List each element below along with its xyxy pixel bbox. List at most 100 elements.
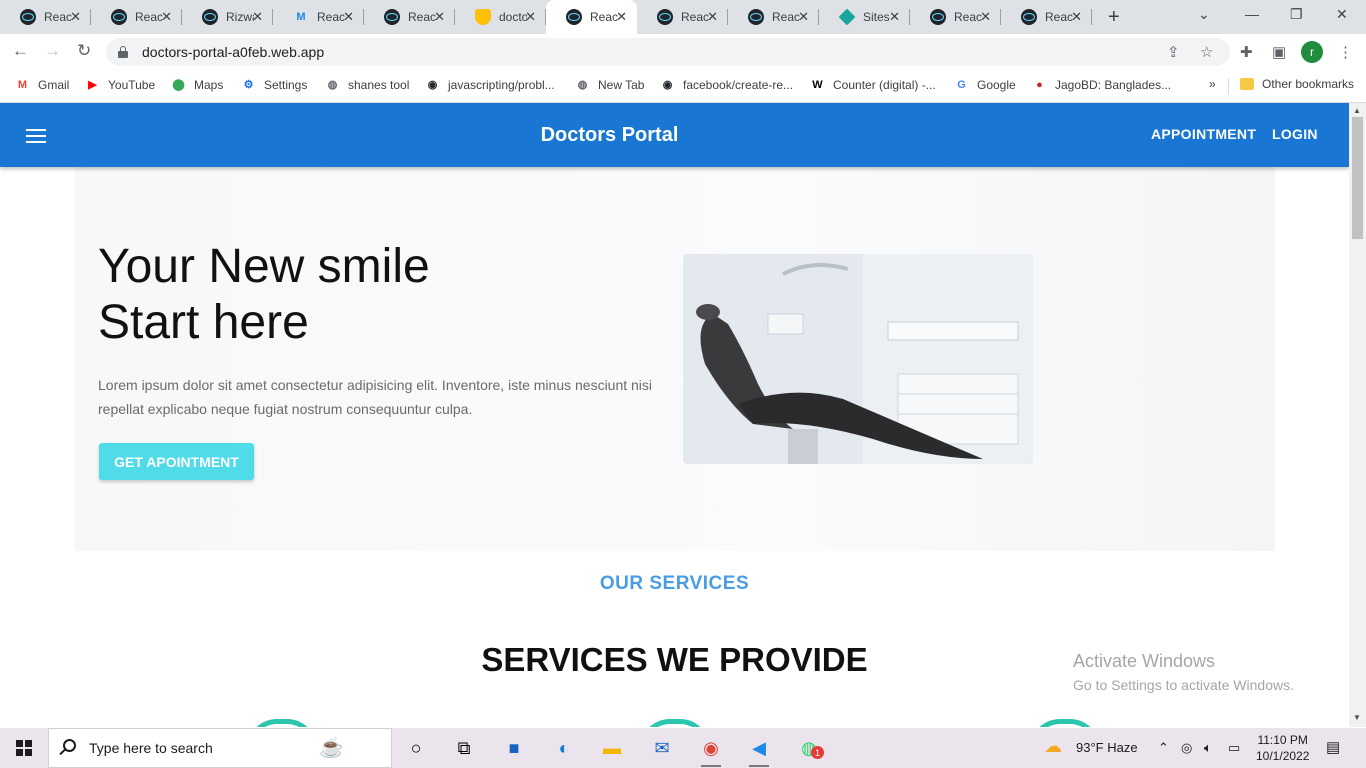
other-bookmarks[interactable]: Other bookmarks bbox=[1240, 77, 1354, 91]
file-explorer-icon[interactable]: ▬ bbox=[598, 734, 626, 762]
bookmark-label[interactable]: JagoBD: Banglades... bbox=[1055, 78, 1171, 92]
tab-close-icon[interactable]: ✕ bbox=[161, 10, 172, 24]
lock-icon[interactable] bbox=[118, 46, 128, 58]
taskbar-search-placeholder[interactable]: Type here to search bbox=[89, 740, 213, 756]
bookmark-item[interactable]: ◍ New Tab bbox=[575, 77, 645, 92]
webcam-icon[interactable]: ◎ bbox=[1181, 740, 1192, 756]
bookmark-item[interactable]: ⬤ Maps bbox=[171, 77, 223, 92]
weather-icon[interactable]: ☁ bbox=[1044, 736, 1062, 757]
back-icon[interactable]: ← bbox=[12, 41, 29, 61]
bookmark-item[interactable]: ◍ shanes tool bbox=[325, 77, 410, 92]
tab-close-icon[interactable]: ✕ bbox=[343, 10, 354, 24]
tab-title[interactable]: Rizwan bbox=[226, 10, 254, 24]
tab-title[interactable]: doctors bbox=[499, 10, 527, 24]
tab-close-icon[interactable]: ✕ bbox=[616, 10, 627, 24]
tab-close-icon[interactable]: ✕ bbox=[434, 10, 445, 24]
forward-icon[interactable]: → bbox=[44, 41, 61, 61]
browser-tab[interactable]: doctors✕ bbox=[455, 0, 546, 34]
minimize-icon[interactable]: — bbox=[1245, 6, 1259, 22]
edge-icon[interactable]: ◐ bbox=[550, 734, 578, 762]
bookmark-item[interactable]: W Counter (digital) -... bbox=[810, 77, 936, 92]
tab-title[interactable]: React bbox=[590, 10, 618, 24]
tab-close-icon[interactable]: ✕ bbox=[1071, 10, 1082, 24]
bookmark-label[interactable]: Maps bbox=[194, 78, 223, 92]
bookmark-label[interactable]: shanes tool bbox=[348, 78, 409, 92]
menu-kebab-icon[interactable]: ⋮ bbox=[1338, 43, 1353, 61]
nav-appointment[interactable]: APPOINTMENT bbox=[1151, 126, 1256, 142]
volume-icon[interactable]: 🔈︎ bbox=[1204, 740, 1212, 756]
bookmark-label[interactable]: Settings bbox=[264, 78, 307, 92]
network-icon[interactable]: ▭ bbox=[1228, 740, 1240, 756]
side-panel-icon[interactable]: ▣ bbox=[1272, 43, 1286, 61]
store-icon[interactable]: ■ bbox=[500, 734, 528, 762]
browser-tab[interactable]: React✕ bbox=[546, 0, 637, 34]
tab-close-icon[interactable]: ✕ bbox=[707, 10, 718, 24]
bookmark-item[interactable]: M Gmail bbox=[15, 77, 69, 92]
bookmark-item[interactable]: ⚙ Settings bbox=[241, 77, 308, 92]
tab-close-icon[interactable]: ✕ bbox=[798, 10, 809, 24]
browser-tab[interactable]: React✕ bbox=[91, 0, 182, 34]
profile-avatar[interactable]: r bbox=[1301, 41, 1323, 63]
mail-icon[interactable]: ✉ bbox=[648, 734, 676, 762]
tray-chevron-up-icon[interactable]: ⌃ bbox=[1158, 740, 1169, 756]
bookmark-label[interactable]: Google bbox=[977, 78, 1016, 92]
task-view-icon[interactable]: ⧉ bbox=[450, 734, 478, 762]
weather-text[interactable]: 93°F Haze bbox=[1076, 740, 1138, 755]
extensions-icon[interactable]: ✚ bbox=[1240, 43, 1253, 61]
tab-close-icon[interactable]: ✕ bbox=[252, 10, 263, 24]
tab-title[interactable]: Sites bbox=[863, 10, 891, 24]
address-bar[interactable]: doctors-portal-a0feb.web.app bbox=[106, 38, 1230, 66]
cortana-icon[interactable]: ○ bbox=[402, 734, 430, 762]
bookmark-label[interactable]: New Tab bbox=[598, 78, 644, 92]
browser-tab[interactable]: Rizwan✕ bbox=[182, 0, 273, 34]
bookmark-item[interactable]: ▶ YouTube bbox=[85, 77, 155, 92]
tab-title[interactable]: React bbox=[954, 10, 982, 24]
other-bookmarks-label[interactable]: Other bookmarks bbox=[1262, 77, 1354, 91]
reload-icon[interactable]: ↻ bbox=[77, 41, 91, 61]
tab-title[interactable]: React bbox=[1045, 10, 1073, 24]
browser-tab[interactable]: React✕ bbox=[0, 0, 91, 34]
bookmark-label[interactable]: Gmail bbox=[38, 78, 69, 92]
url-text[interactable]: doctors-portal-a0feb.web.app bbox=[142, 44, 324, 60]
bookmark-item[interactable]: ● JagoBD: Banglades... bbox=[1032, 77, 1171, 92]
tab-close-icon[interactable]: ✕ bbox=[70, 10, 81, 24]
browser-tab[interactable]: React✕ bbox=[728, 0, 819, 34]
bookmark-label[interactable]: Counter (digital) -... bbox=[833, 78, 936, 92]
tab-title[interactable]: React bbox=[681, 10, 709, 24]
tab-search-icon[interactable]: ⌄ bbox=[1198, 6, 1210, 23]
vscode-icon[interactable]: ◀ bbox=[745, 734, 773, 767]
windows-start-icon[interactable] bbox=[16, 740, 32, 756]
tab-title[interactable]: React bbox=[135, 10, 163, 24]
browser-tab[interactable]: React✕ bbox=[637, 0, 728, 34]
scrollbar-thumb[interactable] bbox=[1352, 117, 1363, 239]
nav-login[interactable]: LOGIN bbox=[1272, 126, 1318, 142]
system-clock[interactable]: 11:10 PM 10/1/2022 bbox=[1256, 732, 1309, 764]
scroll-up-arrow-icon[interactable]: ▲ bbox=[1353, 106, 1361, 115]
page-scrollbar[interactable]: ▲ ▼ bbox=[1349, 103, 1366, 727]
bookmark-label[interactable]: facebook/create-re... bbox=[683, 78, 793, 92]
get-appointment-button[interactable]: GET APOINTMENT bbox=[99, 443, 254, 480]
chrome-icon[interactable]: ◉ bbox=[697, 734, 725, 767]
browser-tab[interactable]: React✕ bbox=[364, 0, 455, 34]
scroll-down-arrow-icon[interactable]: ▼ bbox=[1353, 713, 1361, 722]
bookmark-label[interactable]: YouTube bbox=[108, 78, 155, 92]
bookmark-star-icon[interactable]: ☆ bbox=[1200, 43, 1213, 61]
tab-title[interactable]: React bbox=[408, 10, 436, 24]
bookmark-label[interactable]: javascripting/probl... bbox=[448, 78, 555, 92]
tab-close-icon[interactable]: ✕ bbox=[525, 10, 536, 24]
bookmark-item[interactable]: G Google bbox=[954, 77, 1016, 92]
close-window-icon[interactable]: ✕ bbox=[1336, 6, 1348, 23]
tab-title[interactable]: React bbox=[317, 10, 345, 24]
taskbar-search-box[interactable]: Type here to search ☕ bbox=[48, 728, 392, 768]
new-tab-icon[interactable]: + bbox=[1108, 6, 1120, 29]
bookmarks-overflow-chevron[interactable]: » bbox=[1209, 77, 1216, 91]
browser-tab[interactable]: M React✕ bbox=[273, 0, 364, 34]
restore-icon[interactable]: ❐ bbox=[1290, 6, 1303, 23]
tab-close-icon[interactable]: ✕ bbox=[980, 10, 991, 24]
whatsapp-icon[interactable]: ◍ 1 bbox=[795, 734, 824, 762]
browser-tab[interactable]: React✕ bbox=[1001, 0, 1092, 34]
tab-title[interactable]: React bbox=[772, 10, 800, 24]
notifications-icon[interactable]: ▤ bbox=[1326, 738, 1340, 756]
bookmark-item[interactable]: ◉ javascripting/probl... bbox=[425, 77, 555, 92]
tab-close-icon[interactable]: ✕ bbox=[889, 10, 900, 24]
